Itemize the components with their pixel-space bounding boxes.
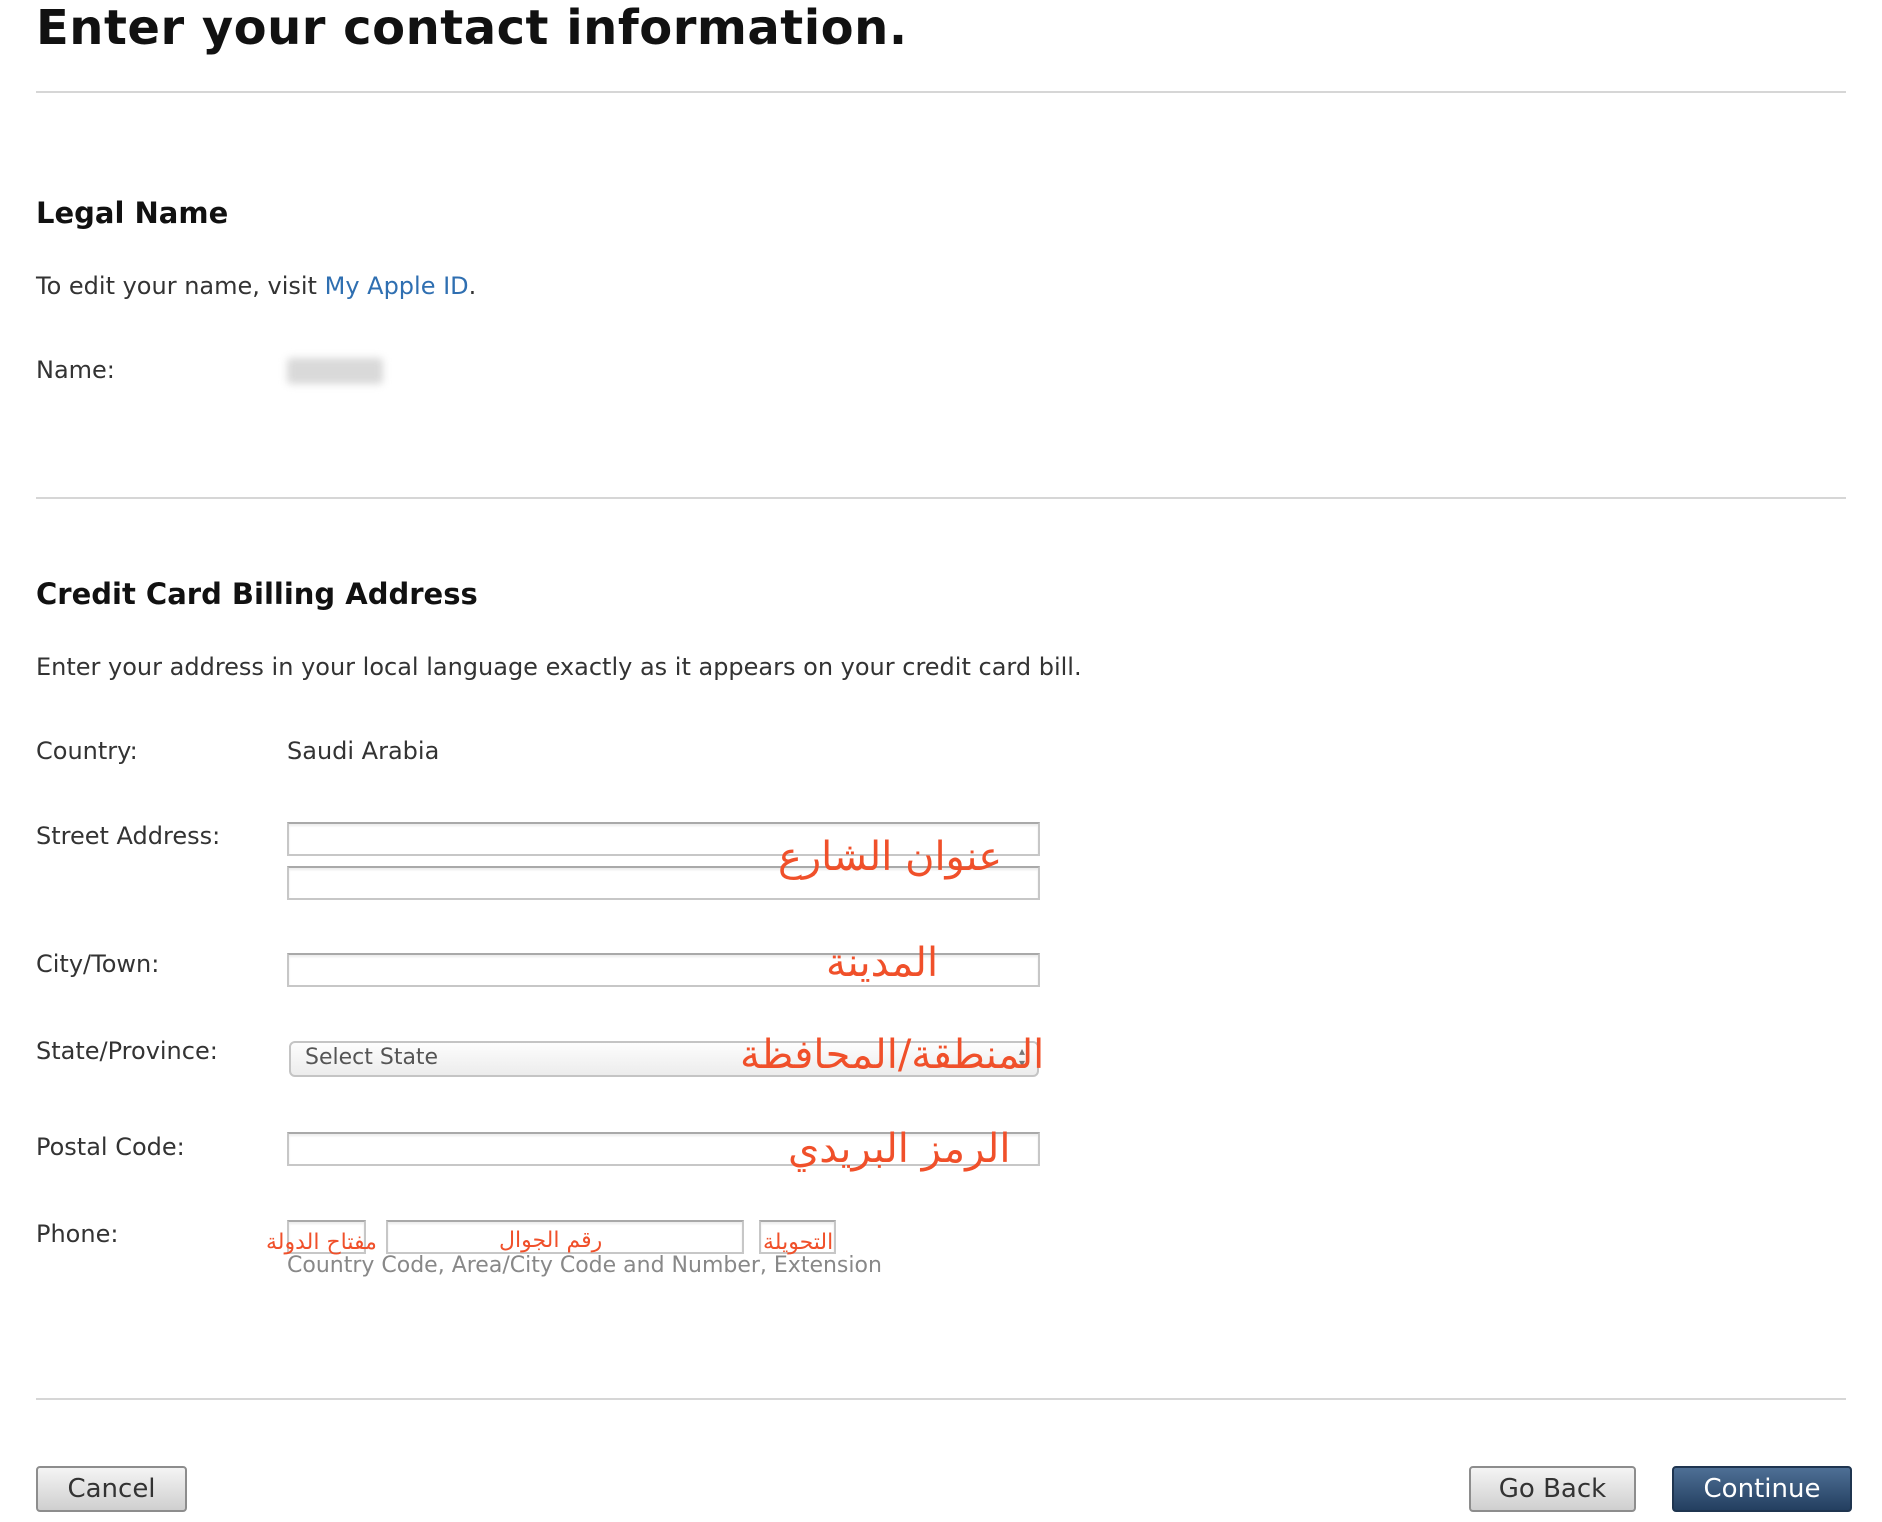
billing-heading: Credit Card Billing Address	[36, 577, 478, 611]
state-annotation: المنطقة/المحافظة	[740, 1032, 1045, 1078]
name-label: Name:	[36, 356, 115, 384]
country-label: Country:	[36, 737, 138, 765]
billing-instruction: Enter your address in your local languag…	[36, 653, 1082, 681]
cancel-button[interactable]: Cancel	[36, 1466, 187, 1512]
phone-hint: Country Code, Area/City Code and Number,…	[287, 1253, 882, 1278]
postal-annotation: الرمز البريدي	[788, 1126, 1011, 1172]
legal-name-heading: Legal Name	[36, 196, 229, 230]
continue-button[interactable]: Continue	[1672, 1466, 1852, 1512]
street-label: Street Address:	[36, 822, 221, 850]
street-annotation: عنوان الشارع	[778, 834, 1003, 880]
my-apple-id-link[interactable]: My Apple ID	[325, 272, 469, 300]
instruction-suffix: .	[468, 272, 477, 300]
blurred-name-value	[287, 358, 383, 384]
legal-name-instruction: To edit your name, visit My Apple ID.	[36, 272, 476, 300]
divider	[36, 497, 1846, 499]
divider	[36, 1398, 1846, 1400]
country-code-annotation: مفتاح الدولة	[266, 1230, 377, 1255]
phone-label: Phone:	[36, 1220, 119, 1248]
instruction-prefix: To edit your name, visit	[36, 272, 325, 300]
page-title: Enter your contact information.	[36, 0, 908, 56]
country-value: Saudi Arabia	[287, 737, 440, 765]
state-select-value: Select State	[305, 1045, 439, 1070]
divider	[36, 91, 1846, 93]
state-label: State/Province:	[36, 1037, 218, 1065]
extension-annotation: التحويلة	[763, 1230, 834, 1255]
postal-label: Postal Code:	[36, 1133, 185, 1161]
number-annotation: رقم الجوال	[499, 1228, 603, 1253]
go-back-button[interactable]: Go Back	[1469, 1466, 1636, 1512]
city-annotation: المدينة	[826, 940, 939, 986]
city-label: City/Town:	[36, 950, 160, 978]
